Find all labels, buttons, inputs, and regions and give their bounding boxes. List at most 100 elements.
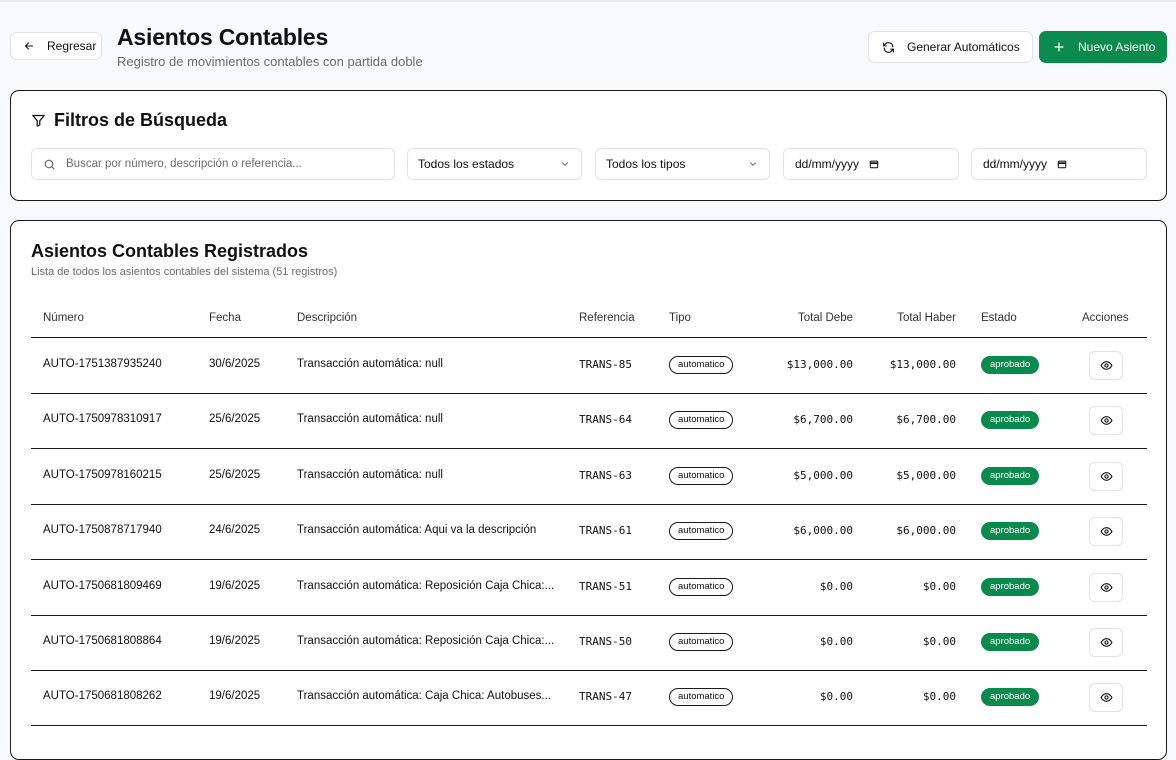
status-select-value: Todos los estados xyxy=(418,157,515,171)
cell-referencia: TRANS-64 xyxy=(579,413,632,426)
entries-card: Asientos Contables Registrados Lista de … xyxy=(10,220,1167,760)
cell-total-debe: $6,700.00 xyxy=(793,413,853,426)
search-icon xyxy=(44,159,55,169)
view-button[interactable] xyxy=(1089,406,1123,435)
cell-numero: AUTO-1751387935240 xyxy=(43,358,162,370)
table-row: AUTO-1750681808864 19/6/2025 Transacción… xyxy=(31,615,1147,671)
cell-referencia: TRANS-63 xyxy=(579,469,632,482)
status-badge: aprobado xyxy=(981,522,1040,540)
type-badge: automatico xyxy=(669,356,734,374)
cell-numero: AUTO-1750681809469 xyxy=(43,580,162,592)
entries-title: Asientos Contables Registrados xyxy=(31,241,309,261)
cell-fecha: 24/6/2025 xyxy=(209,524,261,536)
column-header-estado: Estado xyxy=(981,312,1017,324)
cell-total-haber: $0.00 xyxy=(922,635,956,648)
column-header-tipo: Tipo xyxy=(669,312,691,324)
chevron-down-icon xyxy=(750,162,756,166)
generate-automatic-button[interactable]: Generar Automáticos xyxy=(868,31,1033,63)
cell-fecha: 19/6/2025 xyxy=(209,690,261,702)
type-select-value: Todos los tipos xyxy=(606,157,686,171)
arrow-left-icon xyxy=(24,42,34,50)
new-entry-button[interactable]: Nuevo Asiento xyxy=(1039,31,1167,63)
cell-total-haber: $5,000.00 xyxy=(896,469,956,482)
cell-descripcion: Transacción automática: null xyxy=(297,358,443,370)
type-select[interactable]: Todos los tipos xyxy=(595,148,770,180)
column-header-total-debe: Total Debe xyxy=(798,312,853,324)
table-row: AUTO-1751387935240 30/6/2025 Transacción… xyxy=(31,338,1147,394)
view-button[interactable] xyxy=(1089,573,1123,602)
eye-icon xyxy=(1099,693,1113,702)
cell-descripcion: Transacción automática: null xyxy=(297,469,443,481)
page-title: Asientos Contables xyxy=(117,24,329,50)
table-row: AUTO-1750978160215 25/6/2025 Transacción… xyxy=(31,449,1147,505)
date-from-value: dd/mm/yyyy xyxy=(795,157,860,171)
cell-total-debe: $6,000.00 xyxy=(793,524,853,537)
table-row: AUTO-1750681809469 19/6/2025 Transacción… xyxy=(31,560,1147,616)
cell-total-haber: $0.00 xyxy=(922,690,956,703)
status-badge: aprobado xyxy=(981,633,1040,651)
table-header: Número Fecha Descripción Referencia Tipo… xyxy=(31,301,1147,338)
type-badge: automatico xyxy=(669,688,734,706)
eye-icon xyxy=(1099,638,1113,647)
cell-referencia: TRANS-61 xyxy=(579,524,632,537)
view-button[interactable] xyxy=(1089,683,1123,712)
type-badge: automatico xyxy=(669,411,734,429)
view-button[interactable] xyxy=(1089,462,1123,491)
type-badge: automatico xyxy=(669,578,734,596)
filters-heading: Filtros de Búsqueda xyxy=(31,110,227,131)
cell-total-haber: $6,000.00 xyxy=(896,524,956,537)
cell-descripcion: Transacción automática: null xyxy=(297,413,443,425)
cell-fecha: 25/6/2025 xyxy=(209,413,261,425)
cell-numero: AUTO-1750878717940 xyxy=(43,524,162,536)
eye-icon xyxy=(1099,416,1113,425)
plus-icon xyxy=(1054,42,1064,52)
status-badge: aprobado xyxy=(981,411,1040,429)
refresh-icon xyxy=(883,41,894,53)
column-header-total-haber: Total Haber xyxy=(897,312,956,324)
status-badge: aprobado xyxy=(981,467,1040,485)
back-button-label: Regresar xyxy=(47,39,97,53)
cell-referencia: TRANS-51 xyxy=(579,580,632,593)
eye-icon xyxy=(1099,583,1113,592)
cell-total-debe: $13,000.00 xyxy=(786,358,853,371)
eye-icon xyxy=(1099,527,1113,536)
page-header: Regresar Asientos Contables Registro de … xyxy=(0,0,1176,80)
view-button[interactable] xyxy=(1089,628,1123,657)
cell-fecha: 19/6/2025 xyxy=(209,580,261,592)
column-header-fecha: Fecha xyxy=(209,312,241,324)
cell-descripcion: Transacción automática: Caja Chica: Auto… xyxy=(297,690,551,702)
table-row: AUTO-1750878717940 24/6/2025 Transacción… xyxy=(31,504,1147,560)
cell-total-debe: $0.00 xyxy=(819,635,853,648)
cell-referencia: TRANS-50 xyxy=(579,635,632,648)
eye-icon xyxy=(1099,472,1113,481)
date-from-input[interactable]: dd/mm/yyyy xyxy=(783,148,959,180)
status-select[interactable]: Todos los estados xyxy=(407,148,582,180)
cell-descripcion: Transacción automática: Reposición Caja … xyxy=(297,635,555,647)
back-button[interactable]: Regresar xyxy=(10,32,102,60)
cell-numero: AUTO-1750978160215 xyxy=(43,469,162,481)
type-badge: automatico xyxy=(669,467,734,485)
generate-automatic-label: Generar Automáticos xyxy=(907,40,1020,54)
cell-total-debe: $0.00 xyxy=(819,580,853,593)
status-badge: aprobado xyxy=(981,688,1040,706)
type-badge: automatico xyxy=(669,633,734,651)
date-to-input[interactable]: dd/mm/yyyy xyxy=(971,148,1147,180)
cell-total-debe: $0.00 xyxy=(819,690,853,703)
eye-icon xyxy=(1099,361,1113,370)
view-button[interactable] xyxy=(1089,351,1123,380)
calendar-icon[interactable] xyxy=(869,159,879,169)
status-badge: aprobado xyxy=(981,356,1040,374)
view-button[interactable] xyxy=(1089,517,1123,546)
cell-total-haber: $6,700.00 xyxy=(896,413,956,426)
cell-fecha: 19/6/2025 xyxy=(209,635,261,647)
search-input[interactable]: Buscar por número, descripción o referen… xyxy=(31,148,395,180)
cell-total-haber: $0.00 xyxy=(922,580,956,593)
cell-descripcion: Transacción automática: Aqui va la descr… xyxy=(297,524,537,536)
cell-numero: AUTO-1750681808262 xyxy=(43,690,162,702)
status-badge: aprobado xyxy=(981,578,1040,596)
date-to-value: dd/mm/yyyy xyxy=(983,157,1048,171)
entries-subtitle: Lista de todos los asientos contables de… xyxy=(31,266,338,278)
filter-icon xyxy=(32,114,45,127)
filters-card: Filtros de Búsqueda Buscar por número, d… xyxy=(10,90,1167,201)
calendar-icon[interactable] xyxy=(1057,159,1067,169)
